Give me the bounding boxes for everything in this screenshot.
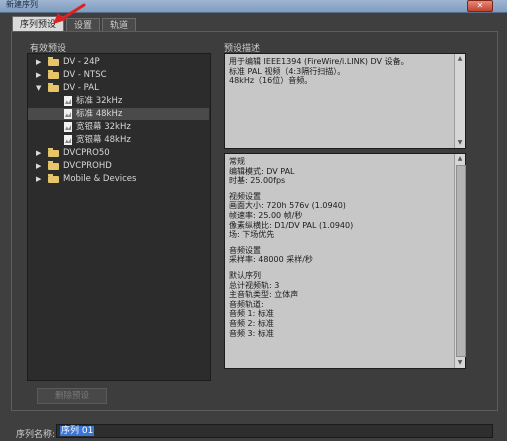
collapse-arrow-icon[interactable]: ▼ [36,82,41,94]
tree-item-standard-32khz[interactable]: 标准 32kHz [28,95,209,107]
info-line: 默认序列 [229,270,261,280]
tree-item-label: DV - PAL [63,83,99,93]
close-icon[interactable]: ✕ [467,0,493,12]
tree-item-label: DVCPRO50 [63,148,110,158]
info-line: 音频 1: 标准 [229,309,274,319]
tree-item-dvcpro50[interactable]: ▶ DVCPRO50 [28,147,209,159]
info-line: 视频设置 [229,191,261,201]
info-line: 音频轨道: [229,299,264,309]
info-line: 编辑模式: DV PAL [229,166,295,176]
info-line: 主音轨类型: 立体声 [229,290,299,300]
info-line: 常规 [229,157,245,166]
expand-arrow-icon[interactable]: ▶ [36,56,41,68]
info-line: 时基: 25.00fps [229,176,286,186]
info-line: 像素纵横比: D1/DV PAL (1.0940) [229,220,354,230]
scroll-thumb[interactable] [456,165,466,357]
tree-item-dv-ntsc[interactable]: ▶ DV - NTSC [28,69,209,81]
preset-file-icon [64,122,72,132]
info-line: 音频 3: 标准 [229,328,274,338]
tree-item-label: 宽银幕 48kHz [76,135,131,145]
info-line: 音频设置 [229,245,261,255]
expand-arrow-icon[interactable]: ▶ [36,173,41,185]
scroll-down-icon[interactable]: ▼ [455,358,465,368]
preset-file-icon [64,135,72,145]
scroll-up-icon[interactable]: ▲ [455,154,465,164]
tree-item-label: Mobile & Devices [63,174,137,184]
sequence-name-label: 序列名称: [16,430,56,440]
description-scrollbar[interactable]: ▲ ▼ [454,54,465,148]
scroll-up-icon[interactable]: ▲ [455,54,465,64]
description-line: 标准 PAL 视频（4:3隔行扫描）。 [229,66,346,76]
folder-icon [48,83,59,92]
info-scrollbar[interactable]: ▲ ▼ [454,154,466,368]
annotation-arrow-icon [53,3,86,24]
tree-item-widescreen-48khz[interactable]: 宽银幕 48kHz [28,134,209,146]
preset-info-text: 常规 编辑模式: DV PAL 时基: 25.00fps 视频设置 画面大小: … [229,157,451,338]
folder-icon [48,174,59,183]
scroll-down-icon[interactable]: ▼ [455,138,465,148]
tree-item-dv-24p[interactable]: ▶ DV - 24P [28,56,209,68]
tree-item-dvcprohd[interactable]: ▶ DVCPROHD [28,160,209,172]
expand-arrow-icon[interactable]: ▶ [36,147,41,159]
tree-item-mobile-devices[interactable]: ▶ Mobile & Devices [28,173,209,185]
info-line: 画面大小: 720h 576v (1.0940) [229,201,346,211]
sequence-name-input[interactable]: 序列 01 [56,424,493,438]
expand-arrow-icon[interactable]: ▶ [36,69,41,81]
info-line: 采样率: 48000 采样/秒 [229,255,313,265]
info-line: 总计视频轨: 3 [229,280,280,290]
tree-item-label: DV - 24P [63,57,100,67]
tree-item-widescreen-32khz[interactable]: 宽银幕 32kHz [28,121,209,133]
tree-item-label: DV - NTSC [63,70,107,80]
tree-item-label: 宽银幕 32kHz [76,122,131,132]
delete-preset-button[interactable]: 删除预设 [37,388,107,404]
info-line: 帧速率: 25.00 帧/秒 [229,210,303,220]
preset-description-box[interactable]: 用于编辑 IEEE1394 (FireWire/i.LINK) DV 设备。 标… [224,53,466,149]
preset-file-icon [64,109,72,119]
folder-icon [48,148,59,157]
description-line: 用于编辑 IEEE1394 (FireWire/i.LINK) DV 设备。 [229,57,409,66]
preset-tree[interactable]: ▶ DV - 24P ▶ DV - NTSC ▼ DV - PAL 标准 32k… [27,53,211,381]
tree-item-dv-pal[interactable]: ▼ DV - PAL [28,82,209,94]
preset-description-text: 用于编辑 IEEE1394 (FireWire/i.LINK) DV 设备。 标… [229,57,451,86]
folder-icon [48,70,59,79]
tree-item-label: 标准 32kHz [76,96,123,106]
expand-arrow-icon[interactable]: ▶ [36,160,41,172]
info-line: 场: 下场优先 [229,230,275,240]
sequence-name-value: 序列 01 [60,426,95,436]
tree-item-label: 标准 48kHz [76,109,123,119]
folder-icon [48,161,59,170]
tree-item-standard-48khz[interactable]: 标准 48kHz [28,108,209,120]
description-line: 48kHz（16位）音频。 [229,76,313,86]
folder-icon [48,57,59,66]
info-line: 音频 2: 标准 [229,318,274,328]
window-title: 新建序列 [6,0,38,9]
preset-file-icon [64,96,72,106]
preset-info-box[interactable]: 常规 编辑模式: DV PAL 时基: 25.00fps 视频设置 画面大小: … [224,153,466,369]
tree-item-label: DVCPROHD [63,161,112,171]
